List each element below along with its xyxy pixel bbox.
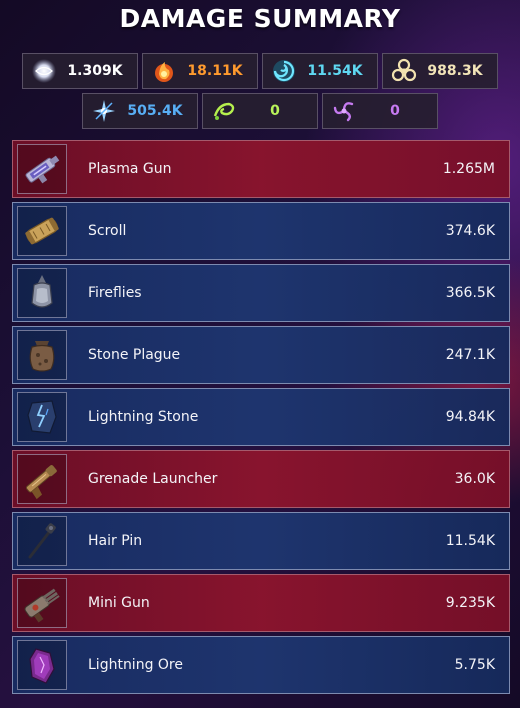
plasma-gun-icon	[17, 144, 67, 194]
damage-value: 18.11K	[187, 63, 243, 79]
weapon-row-grenade-launcher[interactable]: Grenade Launcher 36.0K	[12, 450, 510, 508]
weapon-name: Plasma Gun	[88, 161, 172, 177]
water-swirl-icon	[271, 58, 297, 84]
weapon-damage: 94.84K	[445, 409, 495, 425]
weapon-name: Lightning Stone	[88, 409, 199, 425]
weapon-row-hair-pin[interactable]: Hair Pin 11.54K	[12, 512, 510, 570]
lightning-ore-icon	[17, 640, 67, 690]
damage-value: 1.309K	[67, 63, 123, 79]
damage-value: 0	[270, 103, 280, 119]
weapon-row-plasma-gun[interactable]: Plasma Gun 1.265M	[12, 140, 510, 198]
damage-type-poison: 0	[202, 93, 318, 129]
weapon-damage: 36.0K	[454, 471, 495, 487]
page-title: DAMAGE SUMMARY	[119, 4, 401, 33]
ice-burst-icon	[91, 98, 117, 124]
fire-icon	[151, 58, 177, 84]
biohazard-icon	[391, 58, 417, 84]
weapon-name: Hair Pin	[88, 533, 143, 549]
poison-swirl-icon	[211, 98, 237, 124]
weapon-damage: 366.5K	[445, 285, 495, 301]
damage-type-ice: 505.4K	[82, 93, 198, 129]
damage-value: 988.3K	[427, 63, 483, 79]
weapon-damage: 9.235K	[445, 595, 495, 611]
weapon-damage: 247.1K	[445, 347, 495, 363]
light-orb-icon	[31, 58, 57, 84]
weapon-name: Mini Gun	[88, 595, 150, 611]
weapon-damage: 374.6K	[445, 223, 495, 239]
damage-type-shadow: 0	[322, 93, 438, 129]
weapon-name: Stone Plague	[88, 347, 181, 363]
fireflies-lantern-icon	[17, 268, 67, 318]
weapon-damage: 5.75K	[454, 657, 495, 673]
weapon-row-stone-plague[interactable]: Stone Plague 247.1K	[12, 326, 510, 384]
mini-gun-icon	[17, 578, 67, 628]
damage-type-biohazard: 988.3K	[382, 53, 498, 89]
weapon-row-fireflies[interactable]: Fireflies 366.5K	[12, 264, 510, 322]
weapon-name: Scroll	[88, 223, 127, 239]
weapon-name: Grenade Launcher	[88, 471, 218, 487]
scroll-icon	[17, 206, 67, 256]
grenade-launcher-icon	[17, 454, 67, 504]
weapon-name: Fireflies	[88, 285, 142, 301]
weapon-row-mini-gun[interactable]: Mini Gun 9.235K	[12, 574, 510, 632]
damage-value: 11.54K	[307, 63, 363, 79]
stone-plague-sack-icon	[17, 330, 67, 380]
damage-type-light: 1.309K	[22, 53, 138, 89]
weapon-damage: 11.54K	[445, 533, 495, 549]
weapon-row-scroll[interactable]: Scroll 374.6K	[12, 202, 510, 260]
damage-type-fire: 18.11K	[142, 53, 258, 89]
weapon-row-lightning-ore[interactable]: Lightning Ore 5.75K	[12, 636, 510, 694]
lightning-stone-icon	[17, 392, 67, 442]
shadow-swirl-icon	[331, 98, 357, 124]
hair-pin-icon	[17, 516, 67, 566]
weapon-name: Lightning Ore	[88, 657, 183, 673]
weapon-row-lightning-stone[interactable]: Lightning Stone 94.84K	[12, 388, 510, 446]
damage-value: 0	[390, 103, 400, 119]
damage-value: 505.4K	[127, 103, 183, 119]
weapon-damage: 1.265M	[442, 161, 495, 177]
damage-type-water: 11.54K	[262, 53, 378, 89]
